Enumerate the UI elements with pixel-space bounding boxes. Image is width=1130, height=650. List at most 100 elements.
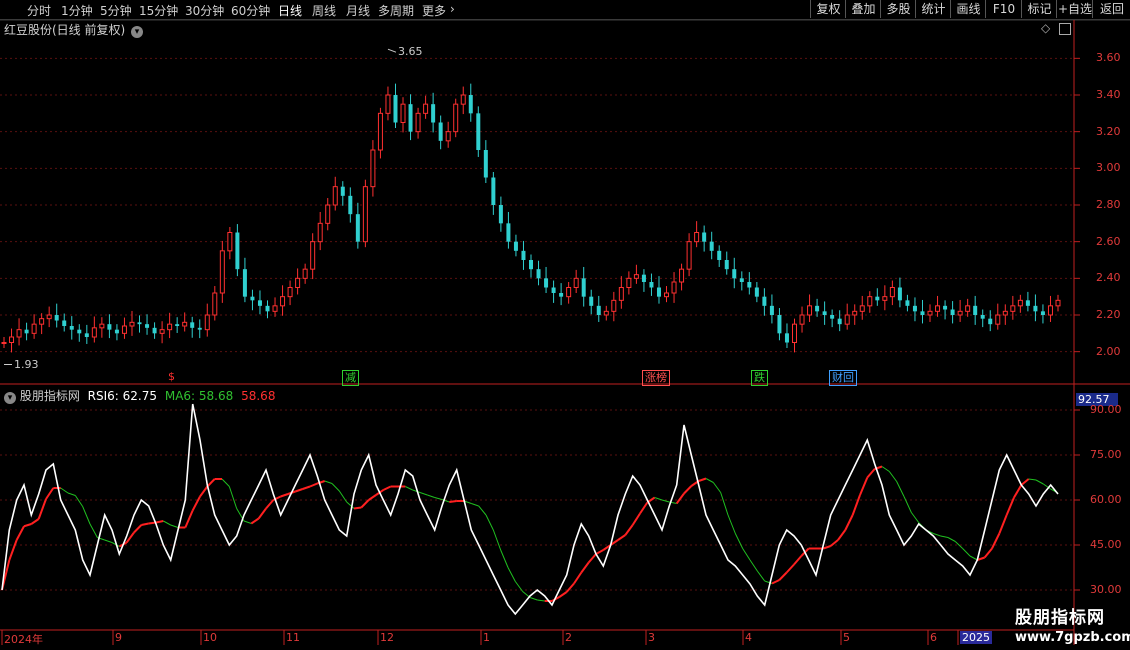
candle-body (664, 292, 670, 298)
candle-body (943, 305, 948, 310)
indicator-label-2: 60.00 (1090, 493, 1122, 506)
candle-body (1, 342, 7, 344)
candle-body (559, 293, 564, 297)
candle-body (739, 278, 744, 282)
candle-body (415, 112, 421, 133)
ma-segment (360, 499, 370, 509)
candle-body (671, 281, 677, 294)
candle-body (107, 324, 112, 330)
candle-body (287, 287, 293, 298)
candle-body (807, 305, 813, 316)
date-label-4: 12 (380, 631, 394, 644)
ma-segment (163, 520, 171, 526)
price-label-6: 2.40 (1096, 271, 1121, 285)
candle-body (927, 310, 933, 316)
candle-body (431, 104, 436, 123)
price-label-3: 3.00 (1096, 161, 1121, 175)
price-label-8: 2.00 (1096, 344, 1121, 358)
ma-segment (184, 510, 194, 528)
candle-body (114, 329, 119, 334)
candle-body (468, 95, 473, 114)
ma-segment (940, 535, 949, 538)
candle-body (867, 296, 873, 307)
ma-segment (191, 496, 201, 511)
ma-segment (529, 597, 538, 601)
candle-body (235, 232, 240, 270)
candle-body (935, 305, 941, 312)
candle-body (400, 103, 406, 123)
ma-segment (983, 547, 993, 559)
candle-body (197, 327, 202, 330)
date-label-7: 3 (648, 631, 655, 644)
ma-segment (23, 523, 32, 528)
indicator-name: 股朋指标网 (19, 389, 80, 403)
candle-body (792, 323, 797, 343)
main-chart[interactable] (0, 0, 1130, 650)
watermark-url: www.7gpzb.com (1015, 630, 1130, 645)
candle-body (175, 324, 180, 326)
candle-body (649, 282, 654, 288)
ma-segment (705, 478, 714, 483)
ma-segment (631, 512, 641, 526)
ma-segment (587, 553, 597, 564)
date-label-1: 9 (115, 631, 122, 644)
diamond-icon[interactable]: ◇ (1041, 21, 1050, 35)
candle-body (167, 323, 173, 331)
price-label-1: 3.40 (1096, 88, 1121, 101)
panel-toggle-icon[interactable] (1059, 23, 1071, 35)
candle-body (204, 314, 210, 331)
high-price-label: 3.65 (397, 45, 423, 59)
candle-body (618, 287, 624, 301)
ma-segment (859, 477, 869, 496)
candle-body (62, 320, 67, 326)
candle-body (295, 277, 301, 289)
candle-body (152, 327, 157, 334)
candle-body (423, 103, 429, 114)
candle-body (408, 104, 413, 132)
date-label-8: 4 (745, 631, 752, 644)
watermark: 股朋指标网 www.7gpzb.com (1015, 603, 1130, 645)
ma-segment (910, 512, 920, 523)
candle-body (137, 322, 142, 325)
title-dropdown-icon[interactable]: ▾ (131, 26, 144, 38)
candle-body (393, 95, 398, 123)
candle-body (521, 250, 526, 260)
candle-body (84, 333, 89, 337)
candle-body (815, 305, 820, 312)
date-label-5: 1 (483, 631, 490, 644)
candle-body (483, 150, 488, 178)
ma-segment (500, 549, 509, 568)
extra-value: 58.68 (241, 389, 276, 403)
candle-body (980, 315, 985, 319)
price-label-4: 2.80 (1096, 198, 1121, 211)
candle-body (754, 287, 759, 297)
candle-body (46, 314, 52, 320)
ma-segment (675, 492, 685, 505)
ma-segment (309, 482, 318, 488)
ma-segment (785, 563, 795, 574)
ma-segment (771, 579, 780, 585)
candle-body (799, 314, 805, 325)
signal-4: 财回 (829, 370, 857, 386)
candle-body (920, 311, 925, 315)
candle-body (581, 278, 586, 297)
indicator-dropdown-icon[interactable]: ▾ (4, 392, 16, 404)
candle-body (889, 287, 895, 298)
candle-body (724, 260, 729, 270)
ma-segment (74, 495, 84, 507)
candle-body (573, 277, 579, 289)
candle-body (362, 186, 368, 243)
candle-body (1040, 311, 1045, 315)
ma-segment (449, 500, 457, 503)
candle-body (844, 314, 850, 325)
candle-body (957, 310, 963, 316)
candle-body (717, 250, 722, 260)
candle-body (897, 287, 902, 301)
candle-body (340, 186, 345, 196)
ma-segment (228, 486, 238, 509)
candle-body (837, 318, 842, 325)
candle-body (498, 205, 503, 224)
ma-segment (243, 520, 252, 524)
ma-segment (844, 514, 854, 531)
candle-body (121, 325, 127, 334)
